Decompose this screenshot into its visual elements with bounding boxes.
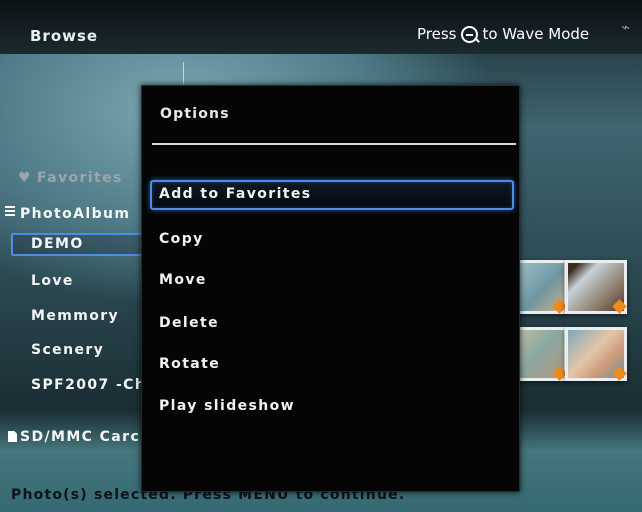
- options-divider: [152, 143, 516, 145]
- thumbnail-badge: [612, 366, 627, 381]
- hint-suffix: to Wave Mode: [482, 25, 590, 43]
- zoom-out-icon: [461, 25, 479, 43]
- sidebar-item-memmory[interactable]: Memmory: [31, 308, 119, 324]
- sidebar-item-love[interactable]: Love: [31, 273, 74, 289]
- page-title: Browse: [30, 27, 99, 45]
- sidebar-item-favorites[interactable]: Favorites: [37, 170, 123, 186]
- options-title: Options: [160, 106, 230, 122]
- sidebar-item-scenery[interactable]: Scenery: [31, 342, 104, 358]
- menu-item-add-to-favorites[interactable]: Add to Favorites: [159, 186, 312, 202]
- hint-prefix: Press: [417, 25, 457, 43]
- sidebar-item-photoalbum[interactable]: PhotoAlbum: [20, 206, 130, 222]
- heart-icon: ♥: [18, 170, 31, 186]
- plug-icon: ⌁: [621, 18, 631, 36]
- photo-thumbnail[interactable]: [565, 327, 627, 381]
- menu-item-rotate[interactable]: Rotate: [159, 356, 220, 372]
- wave-mode-hint: Press to Wave Mode: [417, 25, 589, 43]
- list-icon: [5, 206, 17, 217]
- thumbnail-badge: [612, 299, 627, 314]
- menu-item-delete[interactable]: Delete: [159, 315, 219, 331]
- photo-thumbnail[interactable]: [565, 260, 627, 314]
- top-bar: Browse Press to Wave Mode ⌁: [0, 0, 642, 54]
- options-dialog: Options Add to Favorites Copy Move Delet…: [141, 85, 520, 492]
- sd-card-icon: [8, 431, 17, 442]
- sidebar-item-sd-card[interactable]: SD/MMC Carc: [20, 429, 140, 445]
- menu-item-copy[interactable]: Copy: [159, 231, 204, 247]
- sidebar-item-demo[interactable]: DEMO: [31, 236, 84, 252]
- menu-item-play-slideshow[interactable]: Play slideshow: [159, 398, 295, 414]
- sidebar-item-spf2007[interactable]: SPF2007 -Ch: [31, 377, 146, 393]
- menu-item-move[interactable]: Move: [159, 272, 207, 288]
